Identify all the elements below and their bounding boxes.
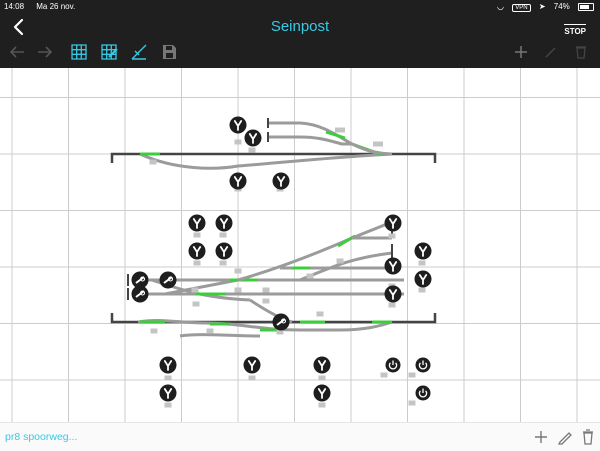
trash-icon[interactable] [578, 427, 598, 447]
grid-icon[interactable] [68, 41, 90, 63]
grid-edit-icon[interactable] [98, 41, 120, 63]
stop-button[interactable]: STOP [564, 24, 586, 36]
grid [0, 68, 600, 422]
page-title: Seinpost [270, 18, 330, 35]
status-date: Ma 26 nov. [36, 2, 76, 11]
status-bar: 14:08 Ma 26 nov. ◡ VPN ➤ 74% [0, 0, 600, 14]
project-name[interactable]: pr8 spoorweg... [5, 431, 77, 443]
plus-icon[interactable] [510, 41, 532, 63]
battery-icon [578, 2, 594, 11]
arrow-left-icon[interactable] [6, 41, 28, 63]
plus-icon[interactable] [531, 427, 551, 447]
bottom-bar: pr8 spoorweg... [0, 422, 600, 451]
upper-track-section[interactable] [110, 118, 437, 170]
battery-percentage: 74% [553, 2, 570, 11]
status-time: 14:08 [4, 2, 25, 11]
pencil-icon[interactable] [555, 427, 575, 447]
track-plan-canvas[interactable] [0, 68, 600, 422]
wifi-icon: ◡ [497, 2, 504, 11]
arrow-right-icon[interactable] [34, 41, 56, 63]
vpn-badge: VPN [512, 4, 531, 12]
title-bar: Seinpost STOP [0, 14, 600, 68]
ruler-icon[interactable] [128, 41, 150, 63]
pencil-icon[interactable] [540, 41, 562, 63]
track-layout[interactable] [0, 68, 600, 422]
trash-icon[interactable] [570, 41, 592, 63]
save-icon[interactable] [158, 41, 180, 63]
location-icon: ➤ [538, 2, 546, 11]
